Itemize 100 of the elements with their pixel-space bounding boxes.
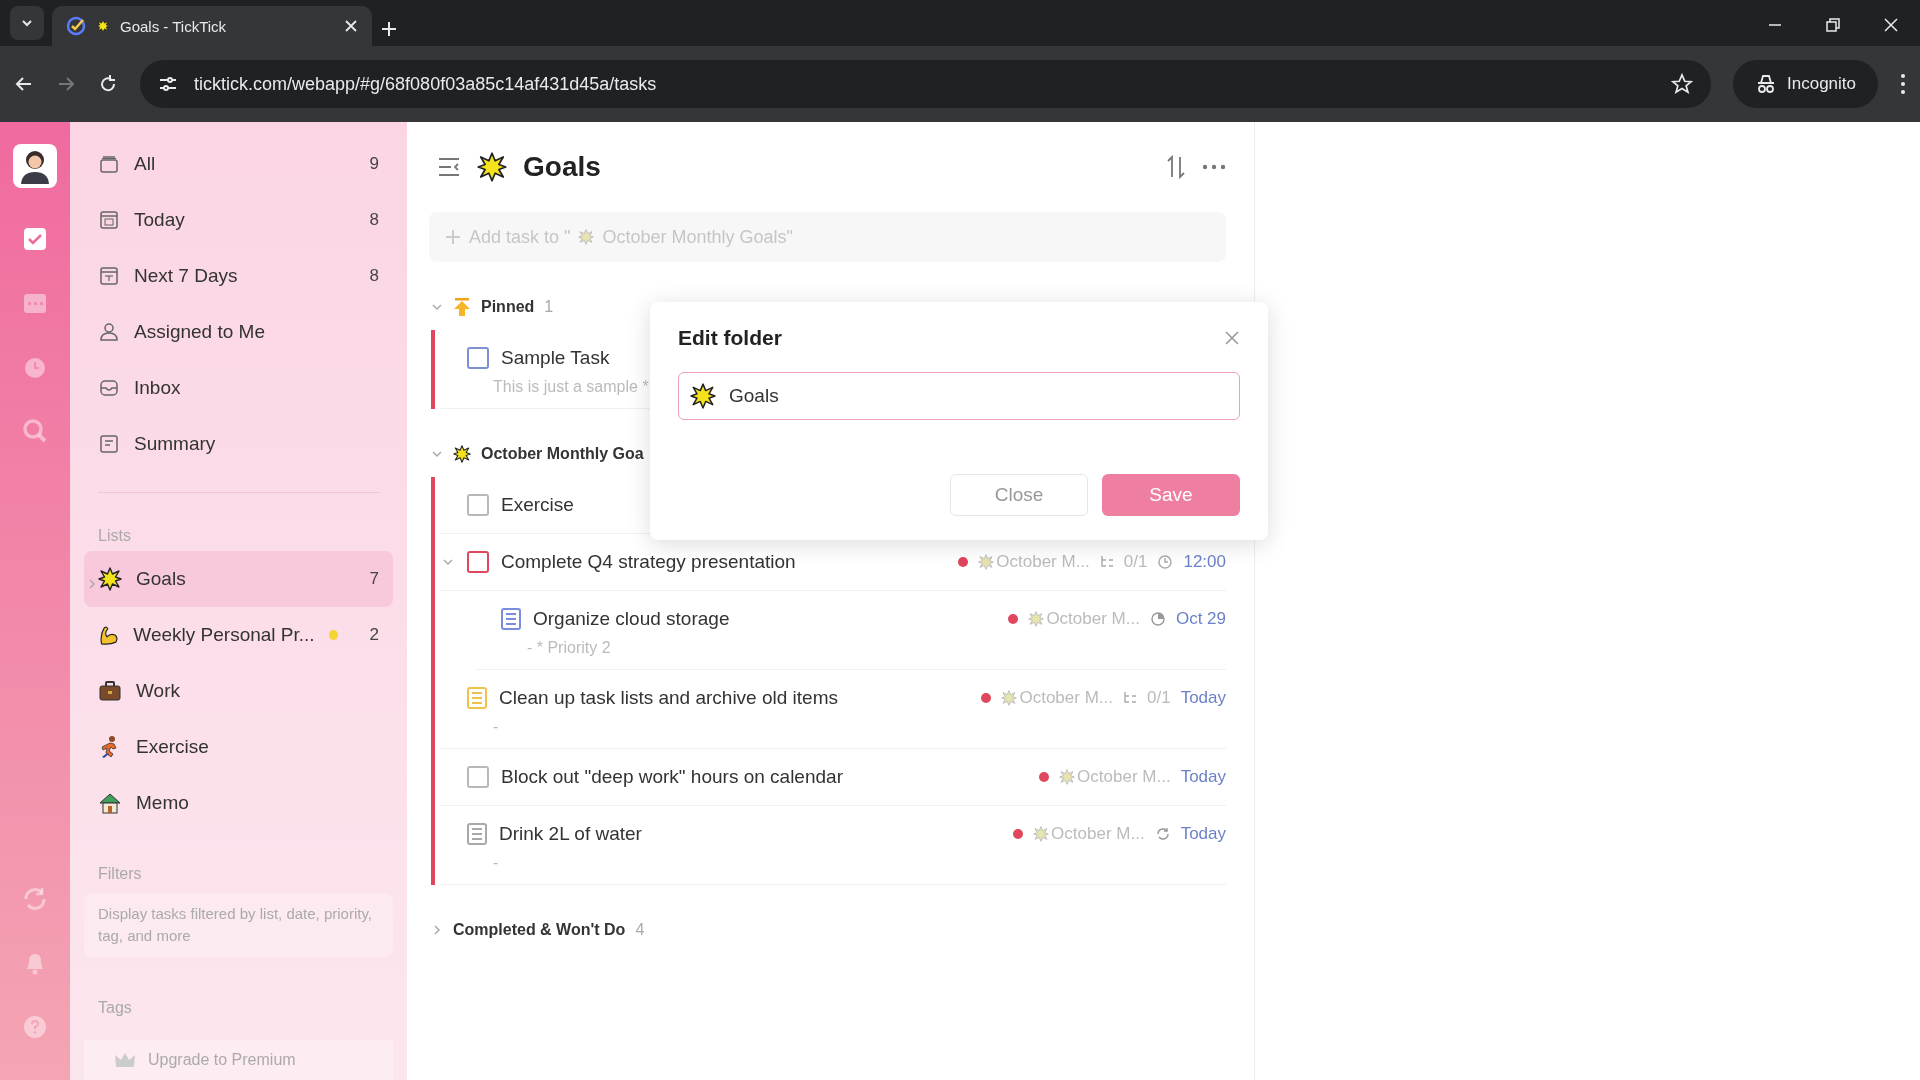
incognito-button[interactable]: Incognito [1733, 60, 1878, 108]
star-icon [1001, 690, 1018, 706]
reload-icon[interactable] [98, 74, 118, 94]
browser-tab[interactable]: Goals - TickTick [52, 6, 372, 46]
list-item[interactable]: Memo [84, 775, 393, 831]
task-note: - [493, 854, 499, 871]
task-title[interactable]: Drink 2L of water [499, 823, 1002, 845]
list-name: October M... [1019, 688, 1113, 708]
section-title: Completed & Won't Do [453, 921, 626, 939]
task-checkbox[interactable] [467, 347, 489, 369]
task-title[interactable]: Clean up task lists and archive old items [499, 687, 970, 709]
chevron-icon[interactable] [86, 578, 98, 590]
briefcase-icon [98, 679, 122, 703]
section-header[interactable]: October Monthly Goa [429, 431, 1226, 477]
house-icon [98, 791, 122, 815]
section-heading: Filters [97, 864, 143, 884]
section-header[interactable]: Completed & Won't Do 4 [429, 907, 1226, 953]
task-title[interactable]: Block out "deep work" hours on calendar [501, 766, 1028, 788]
list-title: Goals [523, 151, 602, 183]
inbox-icon [98, 377, 120, 399]
section-title: October Monthly Goa [481, 445, 644, 463]
url-text: ticktick.com/webapp/#g/68f080f03a85c14af431d45a/tasks [194, 73, 658, 95]
section-heading: Lists [97, 526, 132, 546]
calendar-icon [98, 265, 120, 287]
star-icon [690, 383, 716, 409]
plus-icon [445, 229, 461, 245]
shared-dot [328, 630, 338, 640]
sidebar-item[interactable]: Summary [84, 416, 393, 472]
sidebar-item[interactable]: Today 8 [84, 192, 393, 248]
task-checkbox[interactable] [467, 494, 489, 516]
task-note: - * Priority 2 [527, 639, 611, 656]
section-title: Pinned [481, 298, 535, 316]
list-name: Weekly Personal Pr... [133, 624, 315, 646]
list-item[interactable]: Exercise [84, 719, 393, 775]
bookmark-star-icon[interactable] [1671, 73, 1693, 95]
address-bar[interactable]: ticktick.com/webapp/#g/68f080f03a85c14af431d45a/tasks [140, 60, 1711, 108]
list-item[interactable]: Weekly Personal Pr... 2 [84, 607, 393, 663]
restore-icon[interactable] [1826, 18, 1840, 32]
note-icon[interactable] [501, 608, 521, 630]
item-count: 7 [369, 569, 379, 589]
task-checkbox[interactable] [467, 551, 489, 573]
subtask-icon [1099, 555, 1114, 569]
star-icon [453, 445, 471, 463]
sidebar-item[interactable]: Assigned to Me [84, 304, 393, 360]
list-name: Goals [136, 568, 187, 590]
sidebar-item[interactable]: All 9 [84, 136, 393, 192]
task-note: This is just a sample * [493, 378, 649, 395]
repeat-icon [1154, 826, 1171, 842]
more-icon[interactable] [1202, 164, 1226, 170]
star-icon [1033, 826, 1050, 842]
star-icon [1028, 611, 1045, 627]
folder-name-field[interactable]: Goals [678, 372, 1240, 420]
check-logo-icon [66, 16, 86, 36]
list-name: Exercise [136, 736, 210, 758]
list-name: Work [136, 680, 181, 702]
sidebar-item[interactable]: Inbox [84, 360, 393, 416]
pie-icon [1149, 611, 1166, 627]
sidebar-item[interactable]: Next 7 Days 8 [84, 248, 393, 304]
list-name: Memo [136, 792, 190, 814]
search-icon[interactable] [22, 418, 48, 444]
filters-hint: Display tasks filtered by list, date, priority, tag, and more [84, 893, 393, 957]
upgrade-text: Upgrade to Premium [148, 1051, 296, 1069]
note-icon[interactable] [467, 823, 487, 845]
site-settings-icon[interactable] [158, 74, 178, 94]
due-date: Today [1180, 688, 1226, 708]
section-count: 1 [544, 298, 554, 316]
task-note: - [493, 718, 499, 735]
star-icon [578, 229, 595, 245]
subtask-count: 0/1 [1147, 688, 1171, 708]
sort-icon[interactable] [1166, 155, 1186, 179]
new-tab-icon[interactable] [380, 20, 398, 38]
list-item[interactable]: Work [84, 663, 393, 719]
tab-search-button[interactable] [10, 6, 44, 40]
calendar-icon [98, 209, 120, 231]
document-icon [98, 433, 120, 455]
chevron-icon[interactable] [431, 924, 443, 936]
section-heading: Tags [97, 998, 133, 1018]
note-icon[interactable] [467, 687, 487, 709]
list-name: October M... [1046, 609, 1140, 629]
subtask-count: 0/1 [1123, 552, 1148, 572]
clock-icon [1157, 554, 1174, 570]
checkbox-icon[interactable] [22, 226, 48, 252]
list-item[interactable]: Goals 7 [84, 551, 393, 607]
incognito-icon [1755, 74, 1777, 94]
star-icon [1059, 769, 1076, 785]
sidebar-toggle-icon[interactable] [437, 156, 461, 178]
task-title[interactable]: Complete Q4 strategy presentation [501, 551, 947, 573]
avatar[interactable] [13, 144, 57, 188]
menu-icon[interactable] [1900, 73, 1906, 95]
person-icon [98, 321, 120, 343]
pin-arrow-icon [453, 297, 471, 317]
task-checkbox[interactable] [467, 766, 489, 788]
star-icon [477, 152, 507, 182]
chevron-icon[interactable] [442, 556, 454, 568]
list-name: October M... [996, 552, 1090, 572]
star-icon [978, 554, 995, 570]
chevron-icon[interactable] [431, 301, 443, 313]
chevron-icon[interactable] [431, 448, 443, 460]
star-icon [96, 19, 110, 33]
task-title[interactable]: Organize cloud storage [533, 608, 997, 630]
